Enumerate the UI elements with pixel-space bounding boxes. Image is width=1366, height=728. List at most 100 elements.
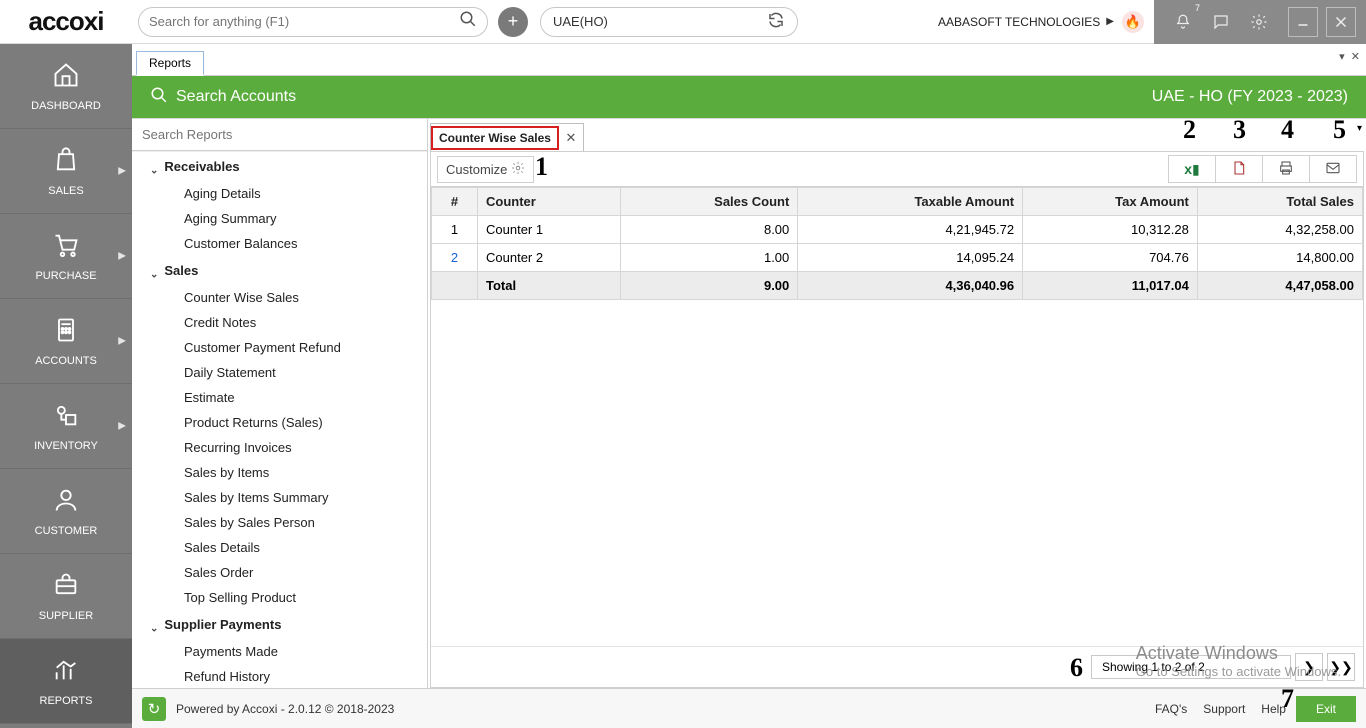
nav-accounts[interactable]: ACCOUNTS ▶	[0, 299, 132, 384]
home-icon	[52, 61, 80, 96]
tree-leaf[interactable]: Sales by Items Summary	[132, 485, 427, 510]
fire-icon[interactable]: 🔥	[1122, 11, 1144, 33]
tree-leaf[interactable]: Sales by Items	[132, 460, 427, 485]
export-pdf-button[interactable]	[1215, 155, 1263, 183]
link-help[interactable]: Help	[1261, 702, 1286, 716]
cell-tax: 704.76	[1023, 244, 1198, 272]
pager-last-button[interactable]: ❯❯	[1327, 653, 1355, 681]
cell-count: 8.00	[620, 216, 798, 244]
double-chevron-right-icon: ❯❯	[1329, 659, 1352, 676]
table-row[interactable]: 1 Counter 1 8.00 4,21,945.72 10,312.28 4…	[432, 216, 1363, 244]
tree-group-supplier-payments[interactable]: Supplier Payments	[132, 610, 427, 639]
nav-customer[interactable]: CUSTOMER	[0, 469, 132, 554]
chevron-right-icon: ▶	[118, 166, 126, 177]
module-tab-controls[interactable]: ▾ ✕	[1339, 50, 1360, 63]
reports-tree[interactable]: Receivables Aging Details Aging Summary …	[132, 151, 427, 688]
tree-leaf[interactable]: Product Returns (Sales)	[132, 410, 427, 435]
settings-button[interactable]	[1244, 7, 1274, 37]
chat-button[interactable]	[1206, 7, 1236, 37]
report-content: Counter Wise Sales ✕ 2 3 4 5 ▾ Customize…	[428, 119, 1366, 688]
plus-icon: +	[508, 11, 519, 32]
search-icon[interactable]	[459, 10, 477, 33]
cell-counter: Counter 1	[478, 216, 621, 244]
module-tab-reports[interactable]: Reports	[136, 51, 204, 76]
cell-taxable: 4,21,945.72	[798, 216, 1023, 244]
chevron-right-icon: ❯	[1303, 659, 1315, 676]
nav-label: SUPPLIER	[39, 610, 93, 622]
body: Receivables Aging Details Aging Summary …	[132, 118, 1366, 688]
minimize-button[interactable]	[1288, 7, 1318, 37]
footer-links: FAQ's Support Help	[1155, 702, 1286, 716]
link-faqs[interactable]: FAQ's	[1155, 702, 1187, 716]
logo: accoxi	[0, 0, 132, 44]
org-name[interactable]: AABASOFT TECHNOLOGIES	[938, 15, 1100, 29]
page-header: Search Accounts UAE - HO (FY 2023 - 2023…	[132, 76, 1366, 118]
close-icon[interactable]: ✕	[559, 130, 583, 146]
tree-leaf[interactable]: Aging Summary	[132, 206, 427, 231]
nav-supplier[interactable]: SUPPLIER	[0, 554, 132, 639]
search-reports-input[interactable]	[132, 119, 427, 150]
tree-leaf[interactable]: Aging Details	[132, 181, 427, 206]
tree-leaf[interactable]: Sales by Sales Person	[132, 510, 427, 535]
nav-reports[interactable]: REPORTS	[0, 639, 132, 724]
email-button[interactable]	[1309, 155, 1357, 183]
col-count[interactable]: Sales Count	[620, 188, 798, 216]
bag-icon	[52, 146, 80, 181]
location-label: UAE(HO)	[553, 14, 608, 29]
module-tab-row: Reports ▾ ✕	[132, 44, 1366, 76]
tree-leaf[interactable]: Customer Payment Refund	[132, 335, 427, 360]
col-counter[interactable]: Counter	[478, 188, 621, 216]
tree-leaf[interactable]: Daily Statement	[132, 360, 427, 385]
add-button[interactable]: +	[498, 7, 528, 37]
nav-dashboard[interactable]: DASHBOARD	[0, 44, 132, 129]
tree-group-receivables[interactable]: Receivables	[132, 152, 427, 181]
tree-leaf[interactable]: Counter Wise Sales	[132, 285, 427, 310]
excel-icon: x▮	[1184, 161, 1200, 178]
col-taxable[interactable]: Taxable Amount	[798, 188, 1023, 216]
tree-leaf[interactable]: Customer Balances	[132, 231, 427, 256]
col-index[interactable]: #	[432, 188, 478, 216]
pdf-icon	[1231, 160, 1247, 179]
tree-leaf[interactable]: Payments Made	[132, 639, 427, 664]
dropdown-caret-icon[interactable]: ▾	[1357, 123, 1362, 134]
tree-leaf[interactable]: Recurring Invoices	[132, 435, 427, 460]
tree-leaf[interactable]: Sales Details	[132, 535, 427, 560]
tree-group-sales[interactable]: Sales	[132, 256, 427, 285]
table-total-row: Total 9.00 4,36,040.96 11,017.04 4,47,05…	[432, 272, 1363, 300]
location-selector[interactable]: UAE(HO)	[540, 7, 798, 37]
global-search[interactable]	[138, 7, 488, 37]
report-tab-label: Counter Wise Sales	[431, 126, 559, 150]
nav-purchase[interactable]: PURCHASE ▶	[0, 214, 132, 299]
cell-counter: Counter 2	[478, 244, 621, 272]
tree-leaf[interactable]: Top Selling Product	[132, 585, 427, 610]
pager-next-button[interactable]: ❯	[1295, 653, 1323, 681]
col-total[interactable]: Total Sales	[1197, 188, 1362, 216]
chevron-right-icon: ▶	[118, 421, 126, 432]
cell-taxable: 14,095.24	[798, 244, 1023, 272]
customize-button[interactable]: Customize	[437, 156, 534, 183]
annotation-5: 5	[1333, 115, 1346, 145]
link-support[interactable]: Support	[1203, 702, 1245, 716]
cell-count: 9.00	[620, 272, 798, 300]
report-tab-counter-wise-sales[interactable]: Counter Wise Sales ✕	[430, 123, 584, 151]
exit-button[interactable]: Exit	[1296, 696, 1356, 722]
chart-icon	[52, 656, 80, 691]
refresh-icon[interactable]	[767, 11, 785, 32]
global-search-input[interactable]	[149, 14, 459, 29]
export-buttons: x▮	[1169, 155, 1357, 183]
search-reports[interactable]	[132, 119, 427, 151]
tree-leaf[interactable]: Credit Notes	[132, 310, 427, 335]
close-window-button[interactable]	[1326, 7, 1356, 37]
tree-leaf[interactable]: Sales Order	[132, 560, 427, 585]
tree-leaf[interactable]: Estimate	[132, 385, 427, 410]
cell-idx: 2	[432, 244, 478, 272]
print-button[interactable]	[1262, 155, 1310, 183]
notifications-button[interactable]: 7	[1168, 7, 1198, 37]
tree-leaf[interactable]: Refund History	[132, 664, 427, 688]
export-excel-button[interactable]: x▮	[1168, 155, 1216, 183]
nav-sales[interactable]: SALES ▶	[0, 129, 132, 214]
nav-inventory[interactable]: INVENTORY ▶	[0, 384, 132, 469]
report-tabstrip: Counter Wise Sales ✕ 2 3 4 5 ▾	[430, 119, 1364, 151]
table-row[interactable]: 2 Counter 2 1.00 14,095.24 704.76 14,800…	[432, 244, 1363, 272]
col-tax[interactable]: Tax Amount	[1023, 188, 1198, 216]
